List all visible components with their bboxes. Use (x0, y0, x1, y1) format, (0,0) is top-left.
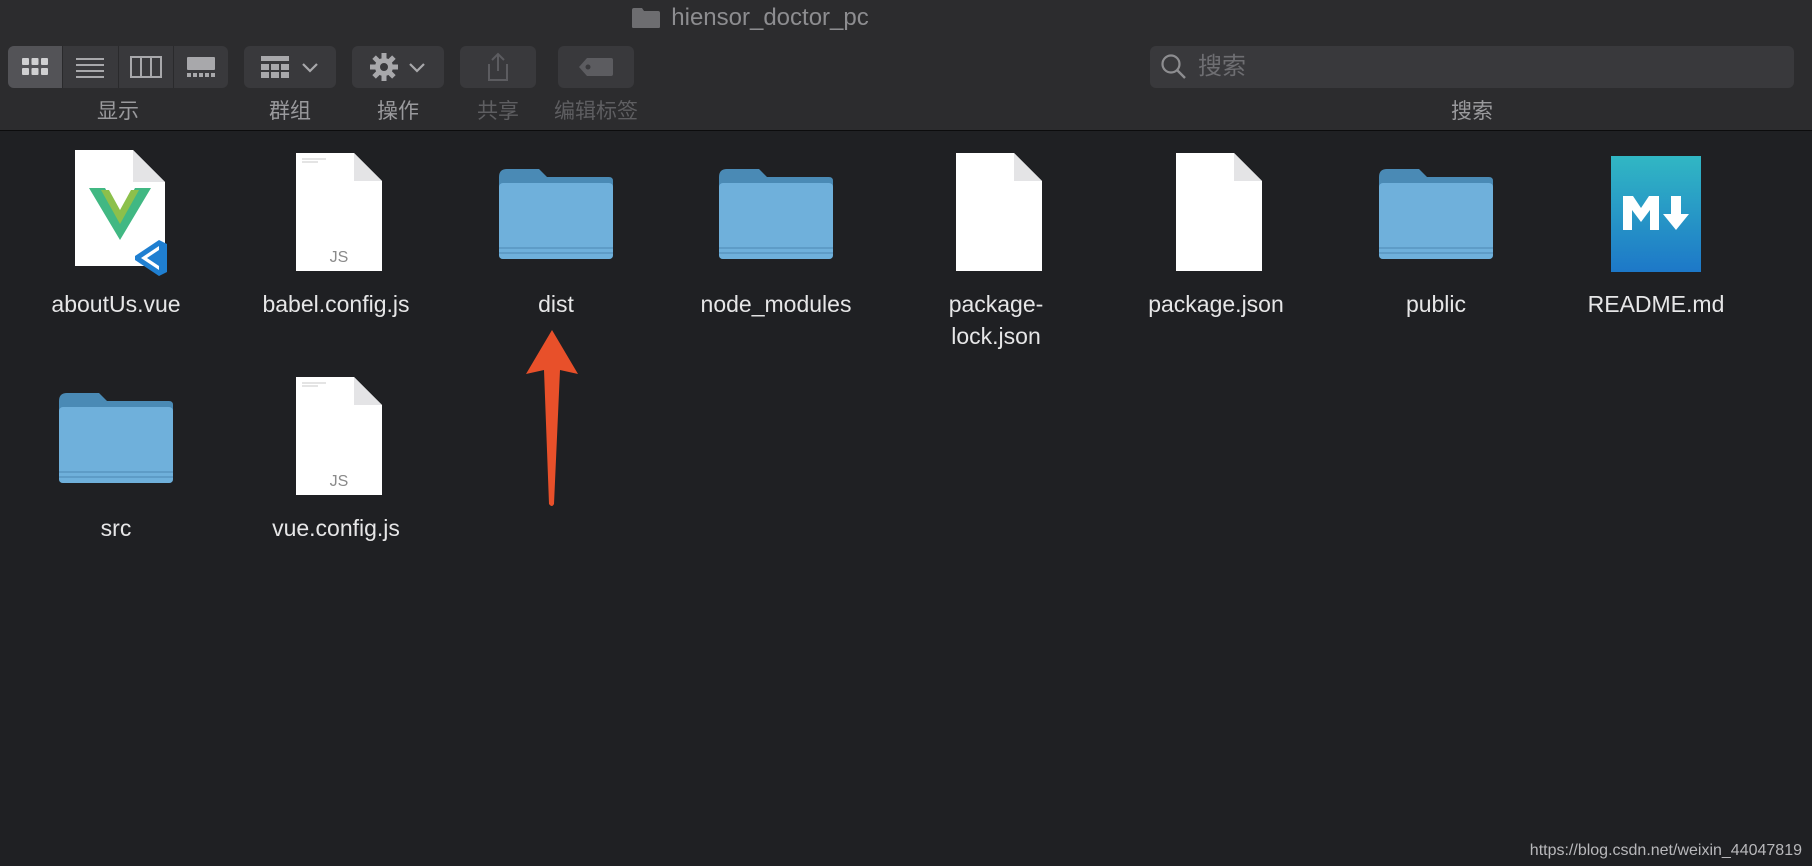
folder-icon (711, 148, 841, 278)
document-icon (1151, 148, 1281, 278)
grid-icon (22, 58, 49, 75)
document-icon (931, 148, 1061, 278)
column-view-button[interactable] (119, 46, 174, 88)
search-icon (1161, 54, 1186, 79)
folder-item-public[interactable]: public (1336, 148, 1536, 320)
tag-icon (579, 58, 613, 76)
share-button[interactable] (460, 46, 536, 88)
chevron-down-icon (302, 63, 318, 73)
folder-icon (51, 372, 181, 502)
file-item-aboutus-vue[interactable]: aboutUs.vue (16, 148, 216, 320)
edit-tags-label: 编辑标签 (554, 100, 638, 123)
icon-view-button[interactable] (8, 46, 64, 88)
share-icon (488, 52, 508, 81)
group-grid-icon (261, 56, 289, 78)
search-label: 搜索 (1451, 100, 1493, 123)
window-title-text: hiensor_doctor_pc (671, 4, 869, 31)
edit-tags-button[interactable] (558, 46, 634, 88)
file-item-vue-config[interactable]: JS vue.config.js (236, 372, 436, 544)
markdown-icon (1591, 148, 1721, 278)
vue-file-icon (51, 148, 181, 278)
annotation-arrow-icon (526, 330, 578, 506)
file-item-package-lock[interactable]: package-lock.json (896, 148, 1096, 352)
js-file-icon: JS (271, 148, 401, 278)
file-name: README.md (1587, 291, 1725, 317)
file-item-readme[interactable]: README.md (1556, 148, 1756, 320)
finder-toolbar: hiensor_doctor_pc 显示 群组 操作 共享 编辑标签 搜索 搜索 (0, 0, 1812, 131)
file-name: node_modules (700, 291, 852, 317)
view-label: 显示 (97, 100, 139, 123)
group-button[interactable] (244, 46, 336, 88)
file-name: vue.config.js (272, 515, 400, 541)
file-name: src (100, 515, 132, 541)
gear-icon (370, 53, 398, 81)
file-item-package-json[interactable]: package.json (1116, 148, 1316, 320)
folder-item-dist[interactable]: dist (456, 148, 656, 320)
folder-icon (491, 148, 621, 278)
action-button[interactable] (352, 46, 444, 88)
js-file-icon: JS (271, 372, 401, 502)
file-name: dist (538, 291, 574, 317)
folder-item-src[interactable]: src (16, 372, 216, 544)
svg-text:JS: JS (330, 249, 349, 266)
view-mode-control[interactable] (8, 46, 228, 88)
gallery-icon (186, 57, 215, 77)
file-name: package.json (1148, 291, 1284, 317)
svg-text:JS: JS (330, 473, 349, 490)
gallery-view-button[interactable] (174, 46, 228, 88)
search-input[interactable] (1196, 52, 1760, 82)
file-name: public (1405, 291, 1467, 317)
file-name: package-lock.json (948, 291, 1044, 349)
watermark: https://blog.csdn.net/weixin_44047819 (1529, 842, 1802, 859)
folder-icon (1371, 148, 1501, 278)
file-name: aboutUs.vue (51, 291, 181, 317)
share-label: 共享 (477, 100, 519, 123)
folder-icon (632, 8, 661, 28)
chevron-down-icon (409, 63, 425, 73)
action-label: 操作 (377, 100, 419, 123)
search-field[interactable] (1150, 46, 1794, 88)
file-item-babel-config[interactable]: JS babel.config.js (236, 148, 436, 320)
folder-item-node-modules[interactable]: node_modules (676, 148, 876, 320)
file-name: babel.config.js (262, 291, 410, 317)
columns-icon (129, 56, 162, 78)
list-icon (76, 58, 105, 78)
group-label: 群组 (269, 100, 311, 123)
list-view-button[interactable] (63, 46, 119, 88)
window-title: hiensor_doctor_pc (0, 4, 1500, 32)
